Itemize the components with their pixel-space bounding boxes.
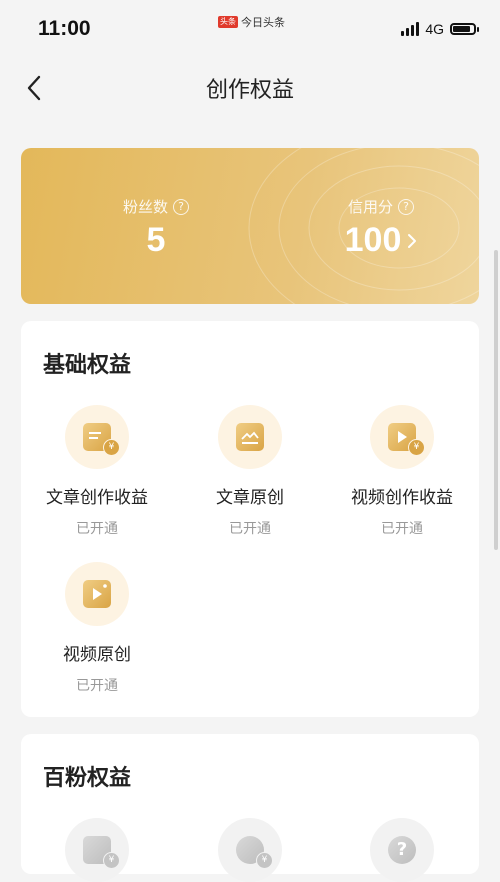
fans-value: 5 (146, 221, 166, 259)
article-original-icon (218, 405, 282, 469)
question-icon: ? (370, 818, 434, 882)
help-icon[interactable]: ? (173, 198, 189, 215)
help-icon[interactable]: ? (398, 198, 414, 215)
network-type: 4G (425, 21, 444, 37)
perk-name: 文章创作收益 (46, 488, 148, 508)
video-revenue-icon: ¥ (370, 405, 434, 469)
signal-icon (401, 22, 420, 36)
app-badge: 头条 (218, 16, 238, 28)
section-title: 百粉权益 (43, 766, 132, 791)
battery-icon (450, 23, 479, 35)
perk-hundred-2[interactable]: ¥ (175, 818, 325, 882)
credit-stat[interactable]: 信用分 ? 100 (291, 196, 471, 260)
perk-name: 视频创作收益 (351, 488, 453, 508)
credit-value: 100 (344, 221, 402, 259)
perk-video-revenue[interactable]: ¥ 视频创作收益 已开通 (327, 405, 477, 538)
basic-benefits-section: 基础权益 ¥ 文章创作收益 已开通 文章原创 已开通 ¥ 视频创作收益 已开通 … (21, 321, 479, 717)
article-revenue-icon: ¥ (65, 405, 129, 469)
page-title: 创作权益 (205, 78, 294, 103)
section-title: 基础权益 (43, 353, 132, 378)
status-time: 11:00 (38, 17, 91, 40)
perk-status: 已开通 (76, 521, 118, 537)
hundred-fans-section: 百粉权益 ¥ ¥ ? (21, 734, 479, 882)
perk-status: 已开通 (381, 521, 423, 537)
perk-video-original[interactable]: 视频原创 已开通 (22, 562, 172, 695)
status-bar: 11:00 头条 今日头条 4G (0, 0, 500, 58)
scrollbar[interactable] (494, 250, 498, 550)
document-coin-icon: ¥ (65, 818, 129, 882)
perk-hundred-3[interactable]: ? (327, 818, 477, 882)
perk-status: 已开通 (76, 678, 118, 694)
perk-name: 视频原创 (63, 645, 131, 665)
fans-label: 粉丝数 (122, 198, 168, 216)
status-icons: 4G (401, 21, 479, 37)
fans-stat: 粉丝数 ? 5 (81, 196, 231, 260)
perk-article-revenue[interactable]: ¥ 文章创作收益 已开通 (22, 405, 172, 538)
video-original-icon (65, 562, 129, 626)
stats-card: 粉丝数 ? 5 信用分 ? 100 (21, 148, 479, 304)
perk-name: 文章原创 (216, 488, 284, 508)
perk-article-original[interactable]: 文章原创 已开通 (175, 405, 325, 538)
chat-coin-icon: ¥ (218, 818, 282, 882)
credit-label: 信用分 (347, 198, 393, 216)
perk-status: 已开通 (229, 521, 271, 537)
nav-bar: 创作权益 (0, 58, 500, 118)
status-app-indicator: 头条 今日头条 (218, 14, 285, 30)
chevron-right-icon (408, 233, 417, 248)
app-name: 今日头条 (241, 16, 285, 29)
perk-hundred-1[interactable]: ¥ (22, 818, 172, 882)
